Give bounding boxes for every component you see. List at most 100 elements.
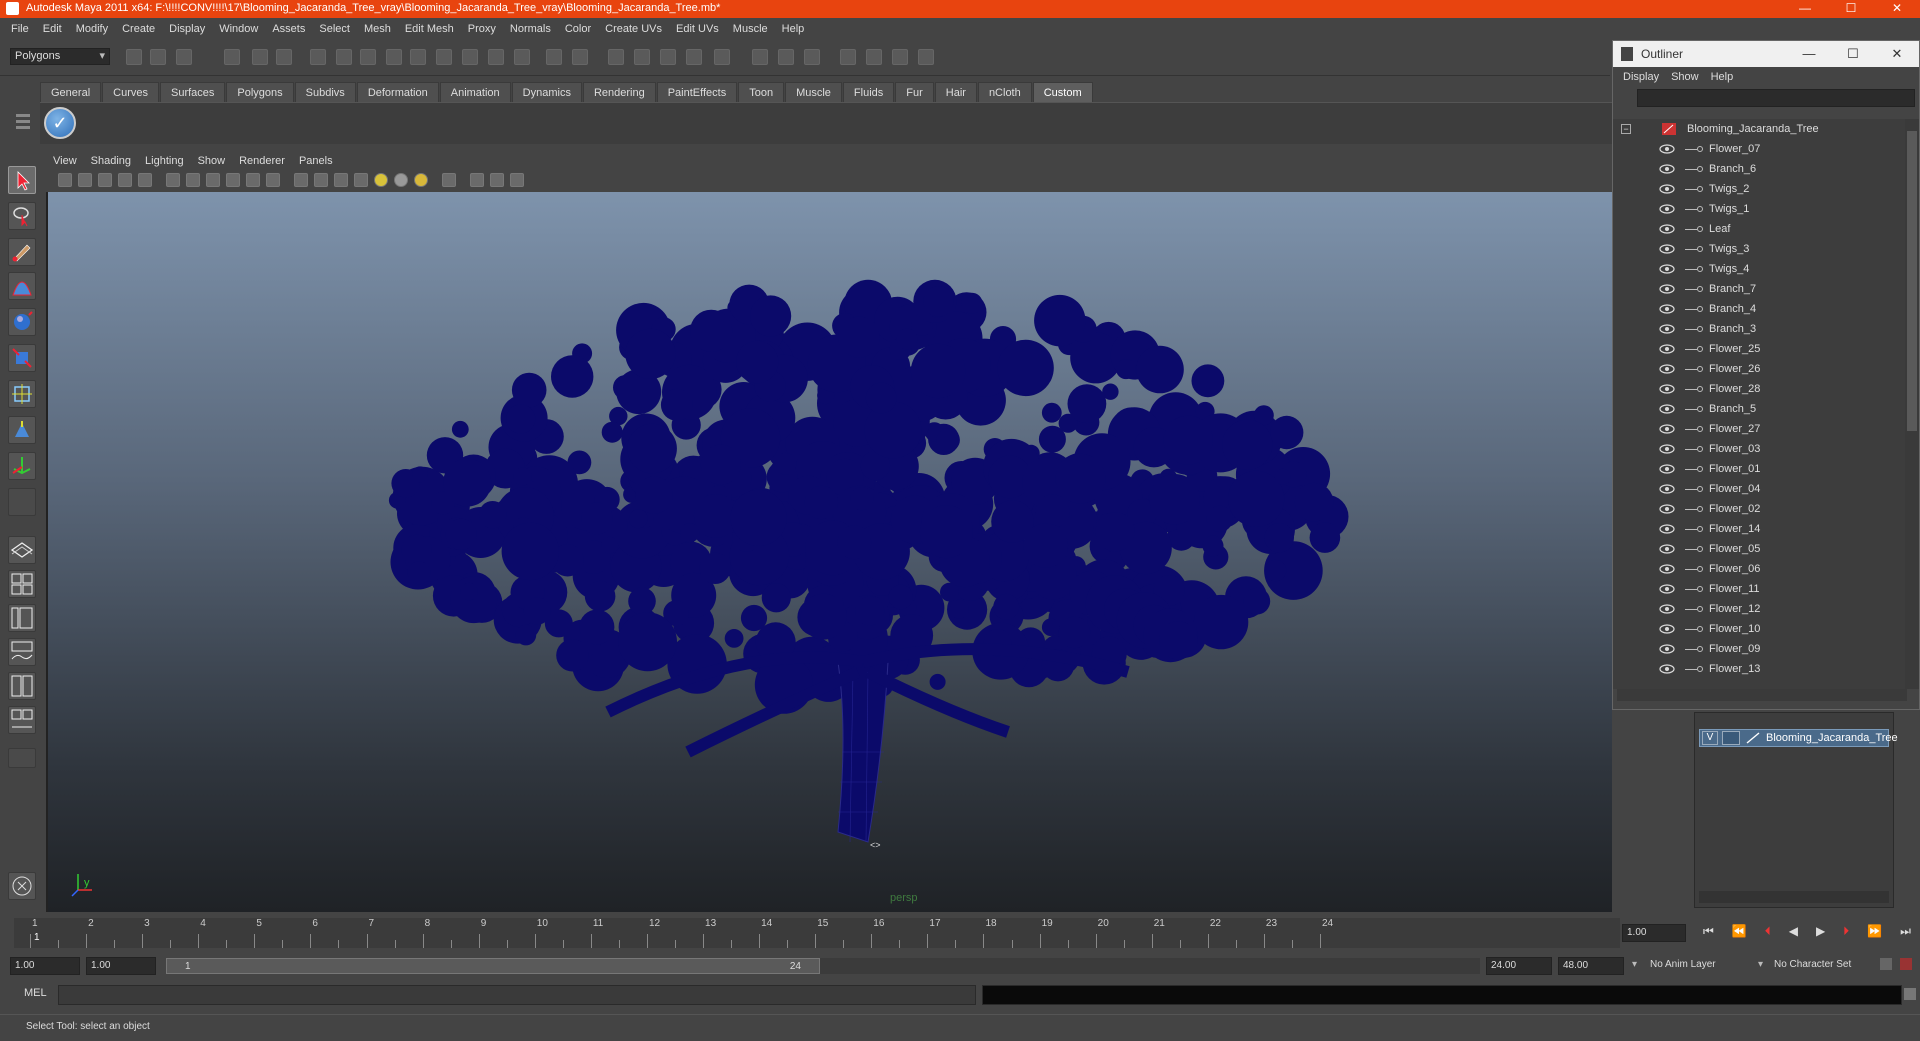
tab-general[interactable]: General: [40, 82, 102, 102]
tab-rendering[interactable]: Rendering: [582, 82, 656, 102]
select-object-icon[interactable]: [252, 49, 268, 65]
go-to-end-icon[interactable]: ⏭: [1900, 924, 1911, 942]
script-editor-icon[interactable]: [918, 49, 934, 65]
menu-mesh[interactable]: Mesh: [357, 23, 398, 35]
tab-subdivs[interactable]: Subdivs: [294, 82, 356, 102]
outliner-root-row[interactable]: − Blooming_Jacaranda_Tree: [1613, 119, 1905, 139]
menu-select[interactable]: Select: [312, 23, 357, 35]
hypershade-icon[interactable]: [686, 49, 702, 65]
outliner-menu-display[interactable]: Display: [1617, 71, 1665, 83]
last-tool-icon[interactable]: [8, 452, 36, 480]
layer-visibility-toggle[interactable]: V: [1702, 731, 1718, 745]
move-tool-icon[interactable]: [8, 308, 36, 336]
textured-icon[interactable]: [354, 173, 368, 187]
minimize-button[interactable]: —: [1782, 0, 1828, 18]
outliner-persp-layout-icon[interactable]: [8, 604, 36, 632]
end-time-field[interactable]: 48.00: [1558, 957, 1624, 975]
tab-animation[interactable]: Animation: [439, 82, 511, 102]
new-scene-icon[interactable]: [126, 49, 142, 65]
step-forward-key-icon[interactable]: ⏩: [1867, 924, 1882, 942]
range-slider-track[interactable]: [820, 958, 1480, 974]
outliner-item[interactable]: Flower_01: [1613, 459, 1905, 479]
graph-persp-layout-icon[interactable]: [8, 638, 36, 666]
default-light-icon[interactable]: [374, 173, 388, 187]
layer-scrollbar[interactable]: [1699, 891, 1889, 903]
maximize-button[interactable]: ☐: [1828, 0, 1874, 18]
manipulator-tool-icon[interactable]: [8, 416, 36, 444]
four-pane-layout-icon[interactable]: [8, 570, 36, 598]
tab-fluids[interactable]: Fluids: [842, 82, 895, 102]
playback-end-field[interactable]: 24.00: [1486, 957, 1552, 975]
step-forward-frame-icon[interactable]: ⏵: [1843, 924, 1849, 942]
select-component-icon[interactable]: [276, 49, 292, 65]
outliner-item[interactable]: Twigs_1: [1613, 199, 1905, 219]
step-back-key-icon[interactable]: ⏪: [1732, 924, 1747, 942]
anim-layer-dropdown-arrow[interactable]: ▾: [1632, 959, 1637, 970]
outliner-item[interactable]: Flower_12: [1613, 599, 1905, 619]
outliner-item[interactable]: Flower_14: [1613, 519, 1905, 539]
outliner-item[interactable]: Leaf: [1613, 219, 1905, 239]
bookmark-icon[interactable]: [98, 173, 112, 187]
selection-mask-icon[interactable]: [572, 49, 588, 65]
collapse-toggle-icon[interactable]: −: [1621, 124, 1631, 134]
shelf-grip[interactable]: [12, 80, 34, 140]
tab-toon[interactable]: Toon: [738, 82, 785, 102]
outliner-vertical-scrollbar[interactable]: [1905, 119, 1919, 689]
animation-preferences-icon[interactable]: [1900, 958, 1912, 970]
snap-grid-icon[interactable]: [336, 49, 352, 65]
outliner-menu-show[interactable]: Show: [1665, 71, 1705, 83]
paint-select-tool-icon[interactable]: [8, 238, 36, 266]
play-backward-icon[interactable]: ◀: [1789, 924, 1798, 942]
help-icon[interactable]: [514, 49, 530, 65]
custom-layout-icon[interactable]: [8, 706, 36, 734]
tab-deformation[interactable]: Deformation: [356, 82, 439, 102]
menu-muscle[interactable]: Muscle: [726, 23, 775, 35]
menu-window[interactable]: Window: [212, 23, 265, 35]
panel-menu-show[interactable]: Show: [191, 155, 233, 167]
tab-surfaces[interactable]: Surfaces: [159, 82, 226, 102]
outliner-item[interactable]: Branch_6: [1613, 159, 1905, 179]
outliner-item[interactable]: Flower_27: [1613, 419, 1905, 439]
current-frame-field[interactable]: 1.00: [1622, 924, 1686, 942]
open-scene-icon[interactable]: [150, 49, 166, 65]
playback-range-slider[interactable]: 1 24: [166, 958, 820, 974]
outliner-item[interactable]: Flower_03: [1613, 439, 1905, 459]
menu-help[interactable]: Help: [775, 23, 812, 35]
render-current-icon[interactable]: [608, 49, 624, 65]
tab-fur[interactable]: Fur: [895, 82, 934, 102]
menu-modify[interactable]: Modify: [69, 23, 115, 35]
outliner-item[interactable]: Flower_09: [1613, 639, 1905, 659]
tab-custom[interactable]: Custom: [1032, 82, 1093, 102]
select-hierarchy-icon[interactable]: [224, 49, 240, 65]
channel-box-icon[interactable]: [804, 49, 820, 65]
mel-command-input[interactable]: [58, 985, 976, 1005]
outliner-item[interactable]: Flower_05: [1613, 539, 1905, 559]
menu-assets[interactable]: Assets: [265, 23, 312, 35]
select-tool-icon[interactable]: [8, 166, 36, 194]
image-plane-icon[interactable]: [118, 173, 132, 187]
snap-plane-icon[interactable]: [410, 49, 426, 65]
camera-attributes-icon[interactable]: [78, 173, 92, 187]
panel-menu-panels[interactable]: Panels: [292, 155, 340, 167]
outliner-close-button[interactable]: ✕: [1875, 41, 1919, 67]
menu-edit-mesh[interactable]: Edit Mesh: [398, 23, 461, 35]
isolate-select-icon[interactable]: [442, 173, 456, 187]
outliner-item[interactable]: Twigs_4: [1613, 259, 1905, 279]
anim-layer-selector[interactable]: No Anim Layer: [1650, 959, 1716, 970]
outliner-toggle-icon[interactable]: [866, 49, 882, 65]
custom-check-icon[interactable]: ✓: [44, 107, 76, 139]
go-to-start-icon[interactable]: ⏮: [1703, 924, 1714, 942]
attribute-editor-icon[interactable]: [752, 49, 768, 65]
save-scene-icon[interactable]: [176, 49, 192, 65]
layout-icon[interactable]: [840, 49, 856, 65]
toolbox-collapse[interactable]: [8, 748, 36, 768]
graph-editor-icon[interactable]: [892, 49, 908, 65]
soft-mod-tool-icon[interactable]: [8, 272, 36, 300]
menu-edit[interactable]: Edit: [36, 23, 69, 35]
mel-label[interactable]: MEL: [24, 987, 47, 999]
auto-key-icon[interactable]: [1880, 958, 1892, 970]
panel-menu-view[interactable]: View: [46, 155, 84, 167]
ipr-render-icon[interactable]: [634, 49, 650, 65]
outliner-maximize-button[interactable]: ☐: [1831, 41, 1875, 67]
camera-select-icon[interactable]: [58, 173, 72, 187]
